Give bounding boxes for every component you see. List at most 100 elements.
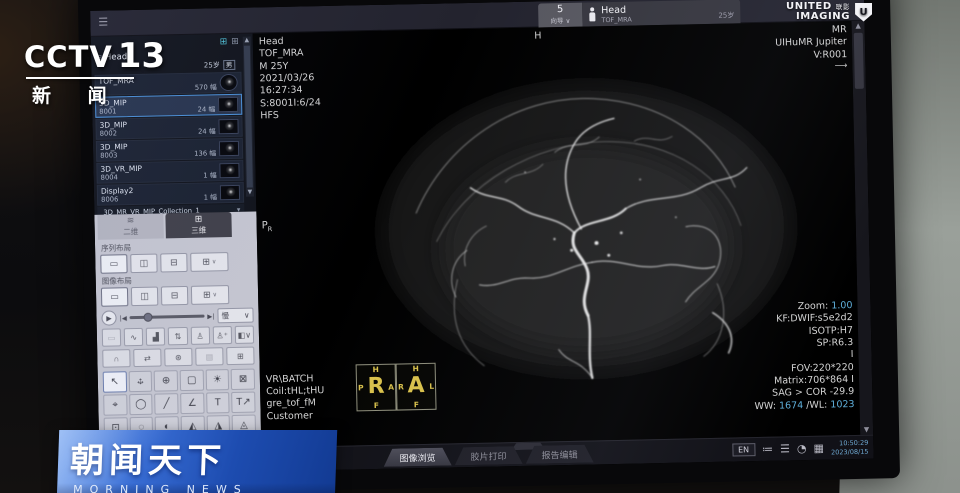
- speed-select[interactable]: 慢∨: [217, 308, 253, 324]
- step-forward-icon[interactable]: ▶|: [207, 312, 214, 320]
- compare-tool-button[interactable]: ⇅: [168, 327, 188, 345]
- program-subtitle: MORNING NEWS: [57, 483, 335, 493]
- orientation-marker-top: H: [534, 30, 541, 42]
- gradient-lut-dropdown[interactable]: ◧∨: [235, 326, 255, 344]
- series-count: 24 幅: [198, 105, 216, 113]
- cine-speed-slider[interactable]: [130, 315, 205, 320]
- window-tool-button[interactable]: ▭: [102, 328, 122, 346]
- patient-study-label: Head: [601, 4, 632, 16]
- scroll-down-icon[interactable]: ▼: [248, 189, 253, 197]
- magnet-tool-button[interactable]: ∩: [102, 349, 130, 368]
- scrollbar-thumb[interactable]: [244, 46, 253, 188]
- monitor: ☰ 5 向导 ∨ Head TOF_MRA 25岁: [78, 0, 900, 493]
- ellipse-roi-button[interactable]: ◯: [129, 394, 153, 415]
- img-layout-grid-dropdown[interactable]: ⊞∨: [191, 285, 229, 305]
- zoom-tool-button[interactable]: ⊕: [154, 370, 178, 391]
- pan-tool-button[interactable]: ↔↕: [128, 371, 152, 392]
- scrollbar-thumb[interactable]: [854, 33, 864, 89]
- cursor-tool-button[interactable]: ↖: [103, 371, 127, 392]
- active-patient-tab[interactable]: Head TOF_MRA 25岁: [582, 0, 740, 27]
- chevron-down-icon: ∨: [212, 258, 217, 265]
- tab-report-edit[interactable]: 报告编辑: [525, 444, 593, 463]
- series-count: 136 幅: [194, 149, 216, 157]
- series-thumbnail: [218, 119, 238, 134]
- sync-tool-button[interactable]: ⊛: [164, 348, 192, 367]
- curve-tool-button[interactable]: ∿: [124, 328, 144, 346]
- series-number: 8002: [100, 129, 117, 137]
- slider-knob[interactable]: [143, 313, 152, 322]
- app-menu-icon[interactable]: ☰: [98, 16, 108, 29]
- playlist-icon[interactable]: ≔: [762, 443, 773, 456]
- series-number: 8004: [101, 173, 118, 181]
- tab-image-browse[interactable]: 图像浏览: [383, 447, 451, 466]
- crosshair-tool-button[interactable]: ⌖: [103, 394, 127, 415]
- report-tool-button[interactable]: ▤: [195, 347, 223, 366]
- cube-icon: ⊞: [195, 215, 203, 224]
- play-button[interactable]: ▶: [101, 310, 116, 325]
- series-list-item[interactable]: 3D_VR_MIP 80041 幅: [96, 160, 243, 184]
- img-layout-1x1-button[interactable]: ▭: [101, 287, 128, 307]
- layout-2x1-button[interactable]: ⊟: [160, 253, 187, 273]
- layout-1x2-button[interactable]: ◫: [130, 254, 157, 274]
- series-thumbnail: [220, 185, 240, 200]
- grid-view-icon[interactable]: ⊞: [231, 36, 239, 49]
- img-layout-1x2-button[interactable]: ◫: [131, 287, 158, 307]
- image-viewport[interactable]: HeadTOF_MRA M 25Y2021/03/26 16:27:34S:80…: [253, 21, 861, 447]
- tab-film-print[interactable]: 胶片打印: [454, 446, 522, 465]
- dicom-info-bottom-right: Zoom: 1.00 KF:DWIF:s5e2d2 ISOTP:H7 SP:R6…: [752, 300, 854, 413]
- delete-tool-button[interactable]: ⊠: [231, 369, 255, 390]
- orientation-marker-left: PR: [262, 219, 273, 234]
- scroll-down-icon[interactable]: ▼: [864, 425, 870, 435]
- case-count-tab[interactable]: 5 向导 ∨: [538, 3, 582, 28]
- tab-3d-label: 三维: [191, 224, 206, 235]
- tab-2d[interactable]: ≋ 二维: [97, 213, 164, 239]
- scroll-up-icon[interactable]: ▲: [855, 21, 861, 31]
- series-thumbnail: [219, 163, 239, 178]
- body-add-button[interactable]: ♙⁺: [212, 326, 232, 344]
- patient-age: 25岁: [204, 60, 220, 70]
- body-position-button[interactable]: ♙: [190, 326, 210, 344]
- dicom-info-top-right: MRUIHuMR Jupiter V:R001 ⟶: [775, 24, 848, 74]
- text-annotation-button[interactable]: T: [206, 392, 230, 413]
- text-arrow-button[interactable]: T↗: [231, 392, 255, 413]
- export-tool-button[interactable]: ⊞: [226, 347, 254, 366]
- language-indicator[interactable]: EN: [732, 443, 755, 456]
- line-measure-button[interactable]: ╱: [154, 393, 178, 414]
- cine-playback-controls: ▶ |◀ ▶| 慢∨: [101, 308, 253, 326]
- grid-view-active-icon[interactable]: ⊞: [220, 36, 228, 49]
- channel-subtitle: 新 闻: [32, 81, 165, 108]
- link-tool-button[interactable]: ⇄: [133, 348, 161, 367]
- ww-value: 1674: [779, 400, 803, 412]
- power-clock-icon[interactable]: ◔: [797, 442, 807, 455]
- layout-1x1-button[interactable]: ▭: [100, 254, 127, 274]
- menu-lines-icon[interactable]: ☰: [780, 442, 790, 455]
- arrow-right-icon: ⟶: [776, 61, 848, 74]
- series-list-item[interactable]: 3D_MIP 800224 幅: [95, 116, 242, 140]
- layout-grid-dropdown[interactable]: ⊞∨: [190, 252, 228, 272]
- step-back-icon[interactable]: |◀: [119, 314, 126, 322]
- angle-measure-button[interactable]: ∠: [180, 393, 204, 414]
- united-imaging-logo: UNITED 联影 IMAGING U: [786, 2, 872, 22]
- scroll-up-icon[interactable]: ▲: [244, 37, 249, 45]
- orientation-box-r: H P R A F: [356, 364, 397, 412]
- series-list-item[interactable]: Display2 80061 幅: [97, 182, 244, 206]
- toolbox-icon[interactable]: ▦: [813, 442, 824, 455]
- patient-sex-badge: 男: [223, 60, 236, 70]
- patient-age-label: 25岁: [718, 10, 734, 23]
- cctv-channel-logo: CCTV13 新 闻: [24, 36, 165, 108]
- marquee-tool-button[interactable]: ▢: [180, 370, 204, 391]
- histogram-tool-button[interactable]: ▟: [146, 327, 166, 345]
- series-list-item[interactable]: 3D_MIP 8003136 幅: [96, 138, 243, 162]
- patient-series-label: TOF_MRA: [601, 15, 632, 24]
- zoom-value: 1.00: [831, 300, 852, 311]
- united-imaging-shield-icon: U: [855, 3, 872, 22]
- clock-date: 2023/08/15: [831, 447, 869, 457]
- series-count: 1 幅: [204, 193, 217, 201]
- orientation-box-a: H R A L F: [396, 363, 437, 411]
- case-tab-label: 向导: [550, 17, 563, 25]
- program-banner: 朝闻天下 MORNING NEWS: [57, 430, 337, 493]
- brightness-tool-button[interactable]: ☀: [205, 369, 229, 390]
- img-layout-2x1-button[interactable]: ⊟: [161, 286, 188, 306]
- dicom-info-bottom-left: VR\BATCHCoil:tHL;tHU gre_tof_fMCustomer: [266, 373, 325, 424]
- tab-3d[interactable]: ⊞ 三维: [165, 212, 232, 238]
